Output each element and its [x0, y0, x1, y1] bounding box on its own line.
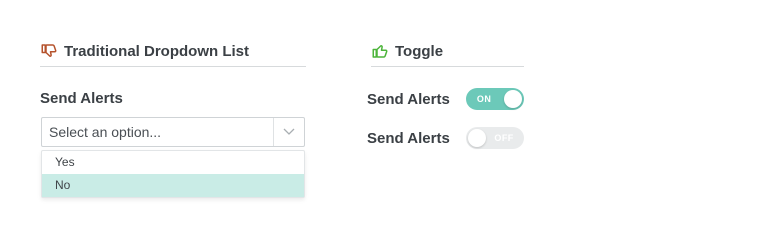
- send-alerts-toggle-off[interactable]: OFF: [465, 127, 524, 149]
- toggle-knob: [467, 129, 486, 147]
- dropdown-section-title: Traditional Dropdown List: [64, 42, 249, 60]
- toggle-section-divider: [371, 66, 524, 67]
- chevron-down-icon: [283, 128, 295, 135]
- toggle-row-1: Send Alerts ON: [367, 88, 524, 110]
- thumbs-up-icon: [371, 42, 389, 60]
- dropdown-section-header: Traditional Dropdown List: [40, 42, 249, 60]
- toggle-state-text: ON: [476, 94, 492, 104]
- toggle-label: Send Alerts: [367, 90, 450, 108]
- dropdown-section-divider: [40, 66, 306, 67]
- select-option-yes[interactable]: Yes: [42, 151, 304, 174]
- select-options-list: Yes No: [41, 150, 305, 198]
- send-alerts-select[interactable]: Select an option...: [41, 117, 305, 147]
- toggle-state-text: OFF: [494, 133, 514, 143]
- toggle-row-2: Send Alerts OFF: [367, 127, 524, 149]
- select-toggle-button[interactable]: [273, 118, 304, 146]
- dropdown-field-label: Send Alerts: [40, 90, 123, 107]
- select-placeholder: Select an option...: [49, 124, 162, 140]
- send-alerts-toggle-on[interactable]: ON: [465, 88, 524, 110]
- thumbs-down-icon: [40, 42, 58, 60]
- toggle-section-title: Toggle: [395, 42, 444, 60]
- toggle-section-header: Toggle: [371, 42, 443, 60]
- toggle-knob: [503, 90, 522, 108]
- toggle-label: Send Alerts: [367, 129, 450, 147]
- select-option-no[interactable]: No: [42, 174, 304, 197]
